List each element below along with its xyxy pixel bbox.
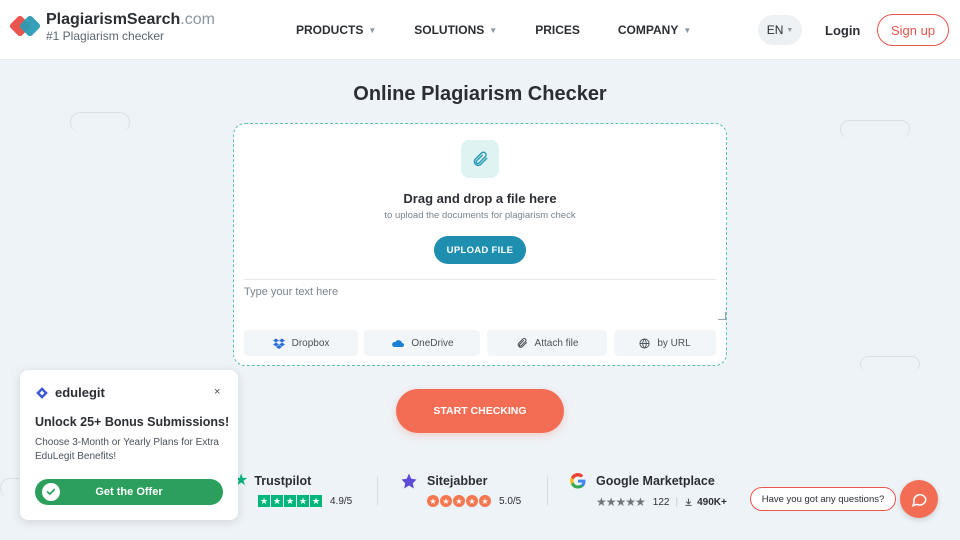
promo-popup: edulegit × Unlock 25+ Bonus Submissions!… bbox=[20, 370, 238, 520]
signup-button[interactable]: Sign up bbox=[877, 14, 949, 46]
google-marketplace-rating[interactable]: Google Marketplace ★★★★★ 122 | 490K+ bbox=[569, 472, 727, 509]
chat-prompt[interactable]: Have you got any questions? bbox=[750, 487, 896, 511]
sitejabber-rating[interactable]: Sitejabber ★ ★ ★ ★ ★ 5.0/5 bbox=[400, 472, 521, 507]
upload-file-button[interactable]: UPLOAD FILE bbox=[434, 236, 526, 264]
cloud-decoration bbox=[840, 120, 910, 138]
divider bbox=[244, 279, 716, 280]
close-icon[interactable]: × bbox=[214, 386, 220, 398]
rating-name: Sitejabber bbox=[427, 474, 488, 488]
cloud-decoration bbox=[860, 356, 920, 372]
nav-products[interactable]: PRODUCTS ▼ bbox=[296, 23, 376, 37]
download-icon bbox=[685, 498, 692, 506]
edulegit-logo: edulegit bbox=[35, 385, 105, 400]
install-count: 490K+ bbox=[697, 496, 727, 508]
review-count: 122 bbox=[652, 496, 670, 508]
nav-solutions[interactable]: SOLUTIONS ▼ bbox=[414, 23, 497, 37]
language-selector[interactable]: EN ▼ bbox=[758, 15, 802, 45]
edulegit-logo-icon bbox=[36, 386, 48, 399]
page-title: Online Plagiarism Checker bbox=[353, 83, 607, 105]
chat-button[interactable] bbox=[900, 480, 938, 518]
google-icon bbox=[570, 473, 586, 489]
rating-score: 4.9/5 bbox=[330, 495, 353, 507]
cloud-decoration bbox=[70, 112, 130, 132]
popup-text: Choose 3-Month or Yearly Plans for Extra… bbox=[35, 437, 219, 462]
paperclip-icon bbox=[461, 140, 499, 178]
logo-title: PlagiarismSearch.com bbox=[46, 11, 215, 28]
dropbox-button[interactable]: Dropbox bbox=[244, 330, 358, 356]
trustpilot-rating[interactable]: ★ Trustpilot ★ ★ ★ ★ ★ 4.9/5 bbox=[234, 472, 352, 507]
main-nav: PRODUCTS ▼ SOLUTIONS ▼ PRICES COMPANY ▼ bbox=[296, 0, 729, 60]
trustpilot-stars-icon: ★ ★ ★ ★ ★ bbox=[258, 495, 322, 507]
site-header: PlagiarismSearch.com #1 Plagiarism check… bbox=[0, 0, 960, 60]
dropbox-icon bbox=[272, 338, 285, 349]
chevron-down-icon: ▼ bbox=[683, 25, 692, 35]
logo-mark-icon bbox=[8, 12, 42, 42]
upload-dropzone[interactable]: Drag and drop a file here to upload the … bbox=[233, 123, 727, 366]
login-link[interactable]: Login bbox=[825, 23, 860, 38]
attach-file-button[interactable]: Attach file bbox=[487, 330, 607, 356]
rating-score: 5.0/5 bbox=[499, 495, 522, 507]
rating-name: Google Marketplace bbox=[596, 474, 715, 488]
get-offer-button[interactable]: Get the Offer bbox=[35, 479, 223, 505]
paperclip-icon bbox=[517, 338, 527, 348]
by-url-button[interactable]: by URL bbox=[614, 330, 716, 356]
onedrive-button[interactable]: OneDrive bbox=[364, 330, 480, 356]
onedrive-icon bbox=[392, 340, 405, 347]
nav-prices[interactable]: PRICES bbox=[535, 23, 580, 37]
divider bbox=[547, 476, 548, 506]
chat-icon bbox=[911, 493, 927, 507]
start-checking-button[interactable]: START CHECKING bbox=[396, 389, 564, 433]
logo-tagline: #1 Plagiarism checker bbox=[46, 29, 165, 43]
dropzone-title: Drag and drop a file here bbox=[403, 191, 557, 206]
site-logo[interactable]: PlagiarismSearch.com #1 Plagiarism check… bbox=[8, 11, 215, 43]
rating-name: Trustpilot bbox=[254, 474, 312, 488]
popup-title: Unlock 25+ Bonus Submissions! bbox=[35, 415, 230, 429]
google-stars-icon: ★★★★★ bbox=[596, 495, 646, 509]
text-input[interactable] bbox=[244, 286, 716, 322]
chevron-down-icon: ▼ bbox=[368, 25, 377, 35]
resize-handle[interactable] bbox=[718, 312, 726, 320]
chevron-down-icon: ▼ bbox=[786, 26, 794, 34]
check-icon bbox=[42, 483, 60, 501]
chevron-down-icon: ▼ bbox=[489, 25, 498, 35]
divider bbox=[377, 476, 378, 506]
globe-icon bbox=[639, 337, 650, 349]
nav-company[interactable]: COMPANY ▼ bbox=[618, 23, 691, 37]
dropzone-subtitle: to upload the documents for plagiarism c… bbox=[384, 210, 576, 221]
sitejabber-stars-icon: ★ ★ ★ ★ ★ bbox=[427, 495, 492, 507]
sitejabber-icon bbox=[401, 473, 417, 489]
